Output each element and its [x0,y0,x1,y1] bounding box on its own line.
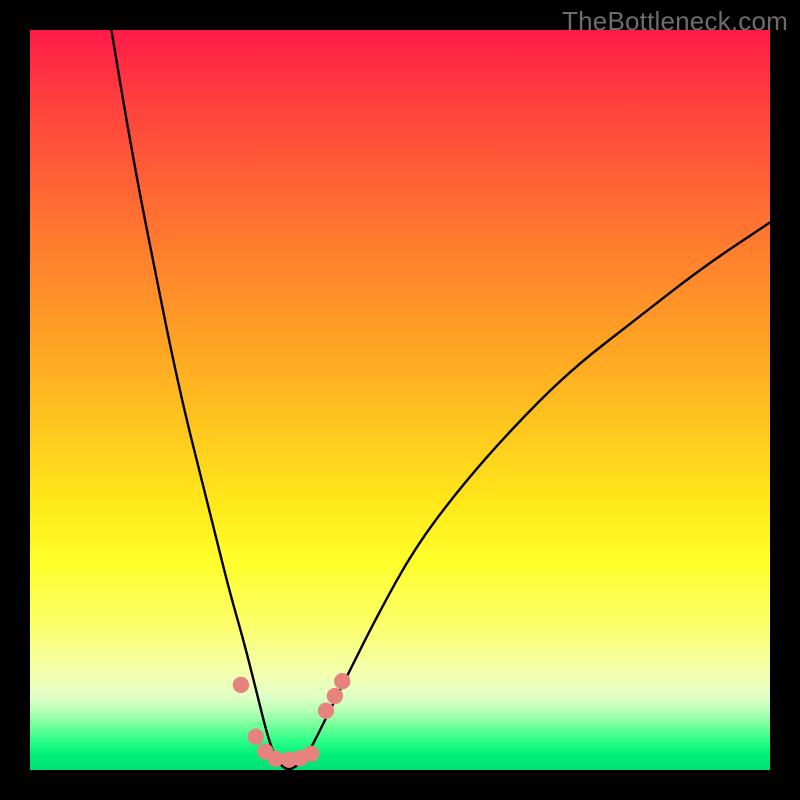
data-marker [334,673,350,689]
chart-svg [30,30,770,770]
plot-area [30,30,770,770]
data-markers [233,673,351,768]
data-marker [327,688,343,704]
data-marker [233,677,249,693]
data-marker [248,729,264,745]
chart-frame: TheBottleneck.com [0,0,800,800]
data-marker [318,703,334,719]
bottleneck-curve [111,30,770,769]
data-marker [303,746,319,762]
